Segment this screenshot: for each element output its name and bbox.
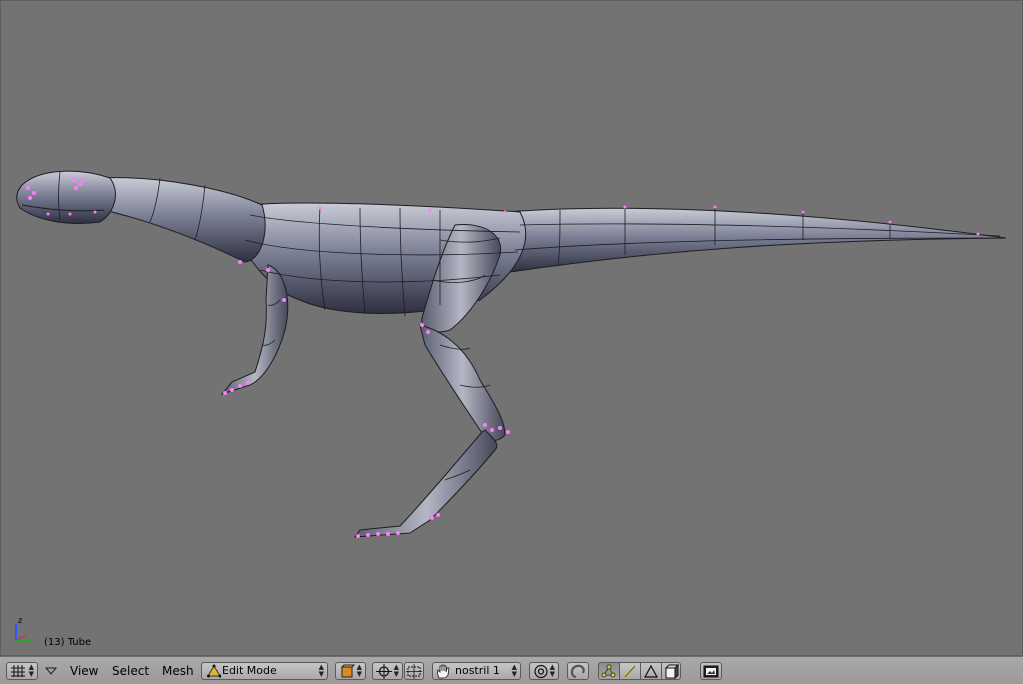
foot xyxy=(353,429,498,538)
active-object-label: (13) Tube xyxy=(44,637,92,648)
up-down-arrows-icon: ▲ ▼ xyxy=(511,663,517,678)
pivot-point-button[interactable]: ▲ ▼ xyxy=(372,662,403,680)
proportional-edit-button[interactable]: ▲ ▼ xyxy=(529,662,559,680)
render-image-icon xyxy=(703,665,719,678)
solid-shading-icon xyxy=(340,664,355,678)
magnet-icon xyxy=(570,664,585,678)
dinosaur-mesh-model[interactable] xyxy=(0,0,1023,656)
triangle-mode-icon xyxy=(207,664,221,678)
select-menu[interactable]: Select xyxy=(110,662,151,680)
arm xyxy=(220,264,289,396)
hand-icon xyxy=(436,664,450,679)
vertex-select-icon xyxy=(601,664,616,678)
grid-icon xyxy=(11,665,25,677)
edge-select-mode-button[interactable] xyxy=(619,662,641,680)
proportional-edit-icon xyxy=(534,664,548,679)
3d-viewport[interactable]: z (13) Tube xyxy=(0,0,1023,656)
up-down-arrows-icon: ▲ ▼ xyxy=(318,663,324,678)
axis-gizmo-icon: z xyxy=(15,616,32,641)
editor-type-button[interactable]: ▲ ▼ xyxy=(6,662,38,680)
pivot-crosshair-icon xyxy=(376,664,392,679)
up-down-arrows-icon: ▲ ▼ xyxy=(549,663,555,678)
3d-view-header: ▲ ▼ View Select Mesh Edit Mode ▲ ▼ ▲ ▼ ▲ ▼ xyxy=(0,656,1023,684)
view-menu[interactable]: View xyxy=(68,662,100,680)
mesh-menu[interactable]: Mesh xyxy=(160,662,196,680)
face-select-icon xyxy=(643,664,659,678)
vertex-group-label: nostril 1 xyxy=(455,664,500,677)
vertex-group-selector[interactable]: nostril 1 ▲ ▼ xyxy=(432,662,521,680)
occlude-background-toggle[interactable] xyxy=(661,662,681,680)
z-axis-label: z xyxy=(18,616,22,625)
mode-label: Edit Mode xyxy=(222,664,277,677)
up-down-arrows-icon: ▲ ▼ xyxy=(393,663,399,678)
occlude-background-icon xyxy=(664,664,679,679)
snap-toggle[interactable] xyxy=(567,662,589,680)
face-select-mode-button[interactable] xyxy=(640,662,662,680)
up-down-arrows-icon: ▲ ▼ xyxy=(356,663,362,678)
manipulator-toggle[interactable] xyxy=(404,662,424,680)
vertex-select-mode-button[interactable] xyxy=(598,662,620,680)
edge-select-icon xyxy=(624,665,636,678)
draw-type-button[interactable]: ▲ ▼ xyxy=(335,662,366,680)
mode-selector[interactable]: Edit Mode ▲ ▼ xyxy=(201,662,328,680)
up-down-arrows-icon: ▲ ▼ xyxy=(28,663,34,678)
collapse-menu-icon[interactable] xyxy=(45,667,57,675)
neck xyxy=(94,177,266,263)
shin xyxy=(419,324,506,441)
render-button[interactable] xyxy=(700,662,722,680)
manipulator-icon xyxy=(406,664,422,679)
